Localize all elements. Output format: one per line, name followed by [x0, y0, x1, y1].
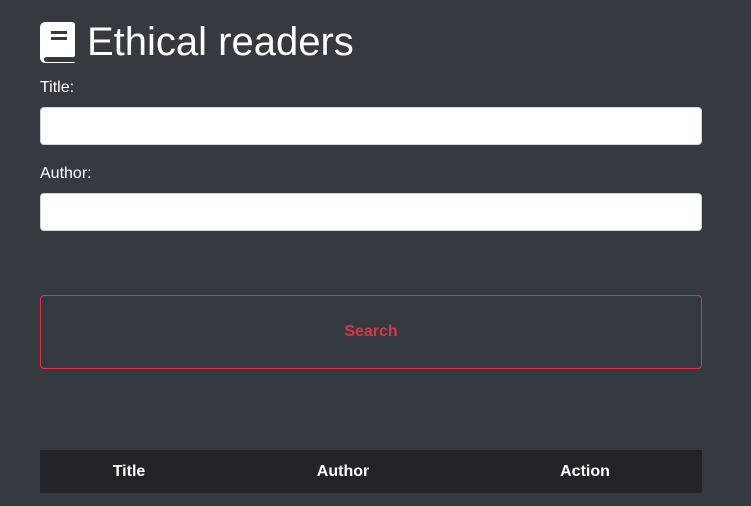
page-header: Ethical readers: [40, 20, 354, 64]
table-header-row: Title Author Action: [40, 450, 702, 493]
column-header-title: Title: [40, 450, 218, 493]
author-input[interactable]: [40, 193, 702, 231]
page-title: Ethical readers: [87, 20, 354, 64]
page: Ethical readers Title: Author: Search Ti…: [0, 0, 751, 506]
book-icon: [40, 21, 75, 63]
title-input[interactable]: [40, 107, 702, 145]
column-header-author: Author: [218, 450, 468, 493]
author-label: Author:: [40, 165, 92, 182]
results-table: Title Author Action: [40, 450, 702, 493]
column-header-action: Action: [468, 450, 702, 493]
search-button[interactable]: Search: [40, 295, 702, 369]
title-label: Title:: [40, 79, 75, 96]
